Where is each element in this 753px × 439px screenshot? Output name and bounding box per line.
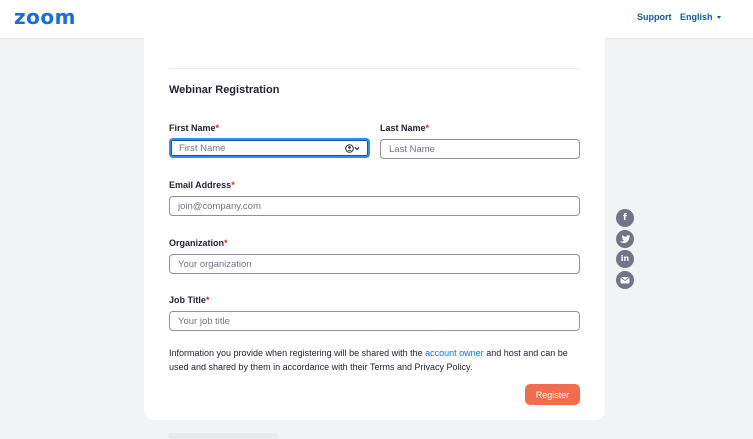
facebook-icon[interactable]: f (616, 209, 634, 227)
last-name-label-text: Last Name (380, 123, 426, 133)
email-icon[interactable] (616, 271, 634, 289)
job-title-label-text: Job Title (169, 295, 206, 305)
zoom-logo[interactable]: zoom (14, 5, 76, 29)
required-marker: * (224, 238, 228, 248)
job-title-label: Job Title* (169, 295, 209, 305)
required-marker: * (215, 123, 220, 133)
autofill-contact-icon[interactable] (345, 144, 360, 155)
last-name-label: Last Name* (380, 123, 429, 133)
job-title-input[interactable] (169, 311, 580, 331)
language-selector[interactable]: English (680, 12, 721, 22)
account-owner-link[interactable]: account owner (425, 348, 484, 358)
language-label: English (680, 12, 713, 22)
email-label-text: Email Address (169, 180, 232, 190)
top-header: zoom Support English (0, 0, 753, 39)
organization-input[interactable] (169, 254, 580, 274)
first-name-label: First Name* (169, 123, 219, 133)
last-name-input[interactable] (380, 139, 580, 159)
registration-card: Webinar Registration First Name* Last Na… (144, 38, 605, 420)
register-button[interactable]: Register (525, 384, 580, 405)
first-name-input[interactable] (169, 138, 370, 158)
privacy-notice: Information you provide when registering… (169, 346, 581, 374)
required-marker: * (205, 295, 210, 305)
form-title: Webinar Registration (169, 84, 280, 96)
organization-label-text: Organization (169, 238, 225, 248)
twitter-icon[interactable] (616, 230, 634, 248)
required-marker: * (425, 123, 430, 133)
support-link[interactable]: Support (637, 12, 672, 22)
linkedin-icon[interactable]: in (616, 250, 634, 268)
privacy-notice-text: Information you provide when registering… (169, 348, 426, 358)
required-marker: * (231, 180, 235, 190)
organization-label: Organization* (169, 238, 228, 248)
divider (169, 68, 580, 69)
first-name-label-text: First Name (169, 123, 216, 133)
email-label: Email Address* (169, 180, 235, 190)
caret-down-icon (716, 16, 721, 20)
footer-placeholder (168, 433, 278, 439)
email-input[interactable] (169, 196, 580, 216)
